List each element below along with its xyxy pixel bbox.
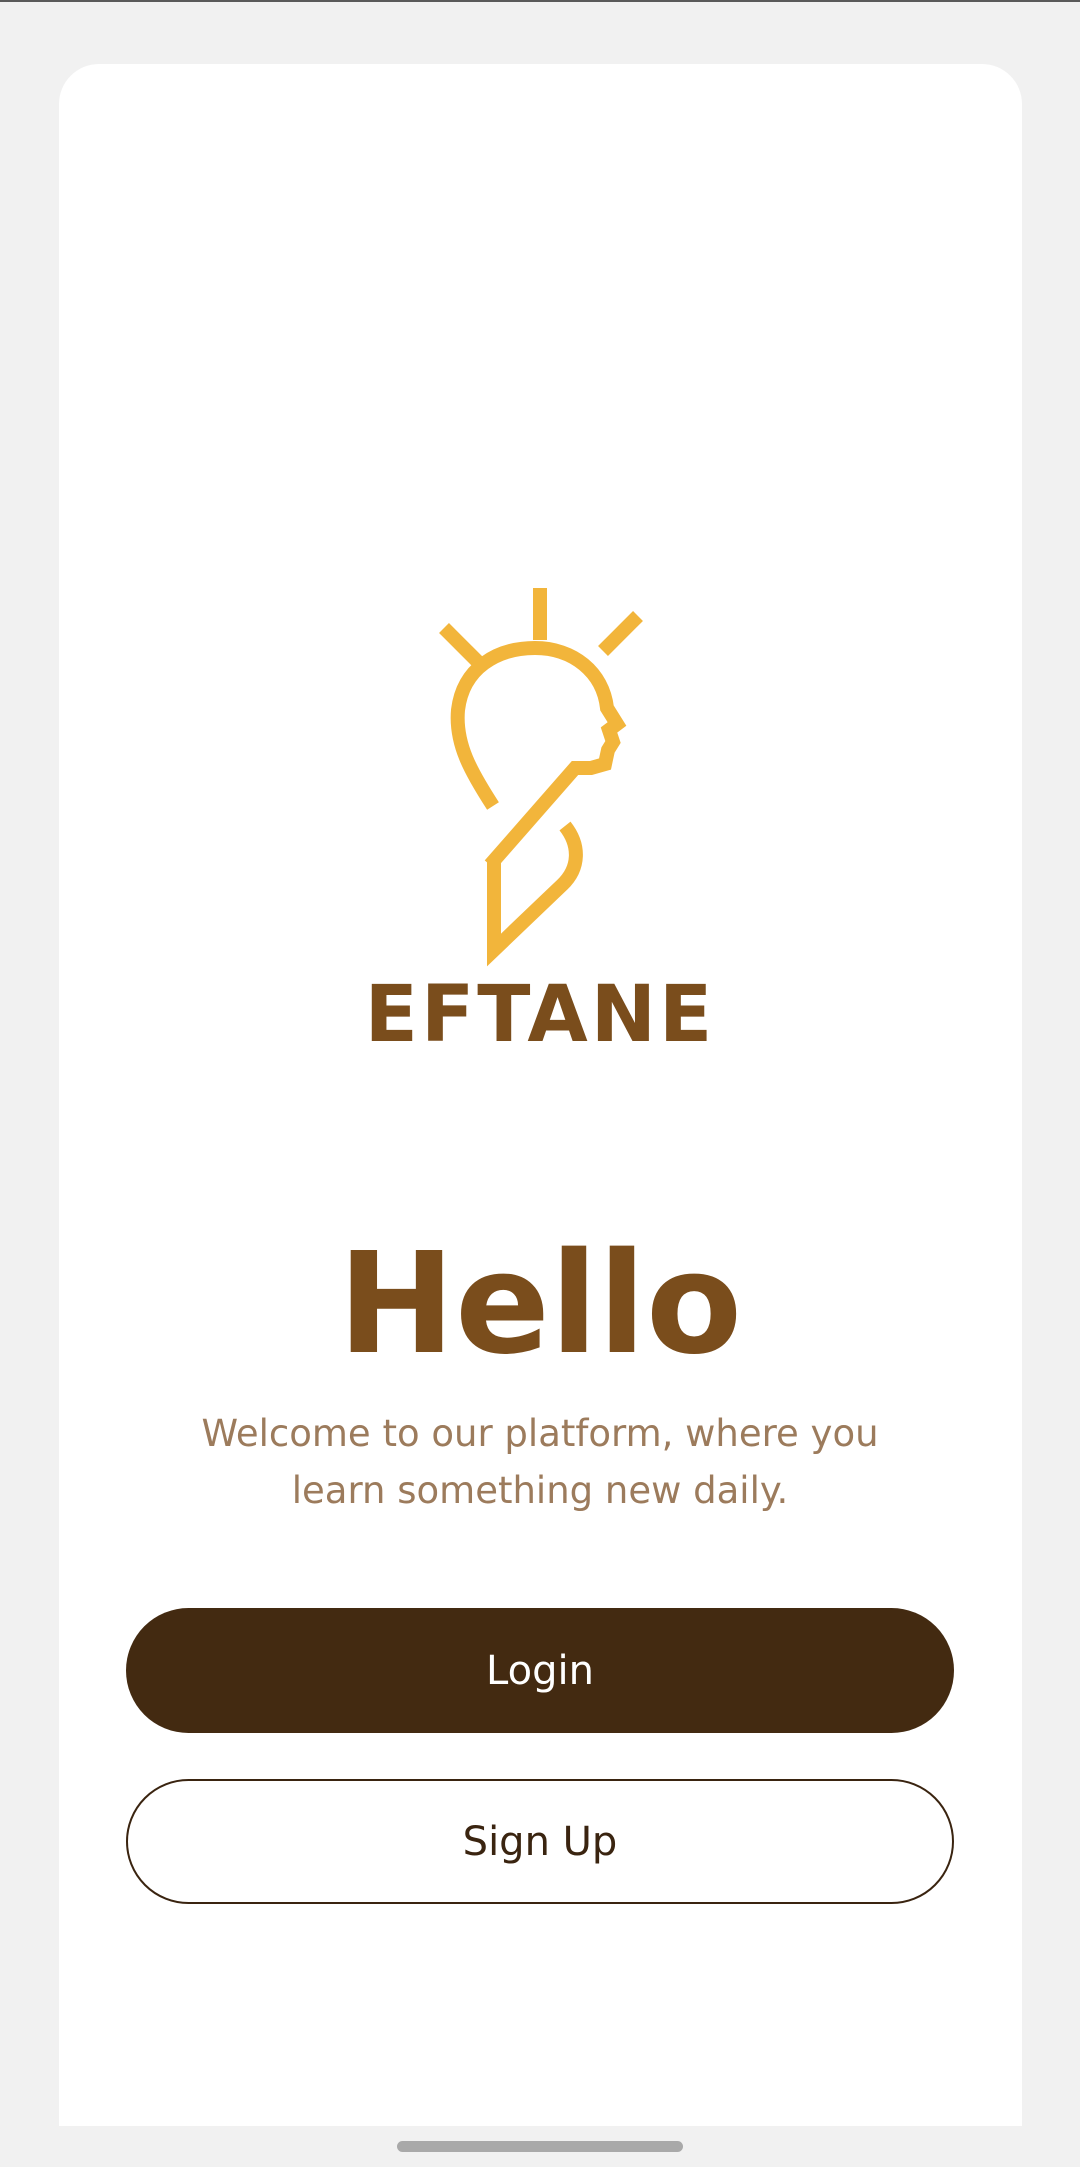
- brand-name: EFTANE: [364, 970, 716, 1060]
- signup-button[interactable]: Sign Up: [126, 1779, 954, 1904]
- login-button[interactable]: Login: [126, 1608, 954, 1733]
- welcome-message: Welcome to our platform, where you learn…: [201, 1412, 879, 1512]
- home-indicator[interactable]: [397, 2141, 683, 2152]
- lightbulb-head-icon: [439, 588, 643, 967]
- page-title: Hello: [337, 1223, 743, 1386]
- login-button-label: Login: [486, 1647, 594, 1694]
- status-bar-edge: [0, 0, 1080, 2]
- signup-button-label: Sign Up: [462, 1818, 618, 1865]
